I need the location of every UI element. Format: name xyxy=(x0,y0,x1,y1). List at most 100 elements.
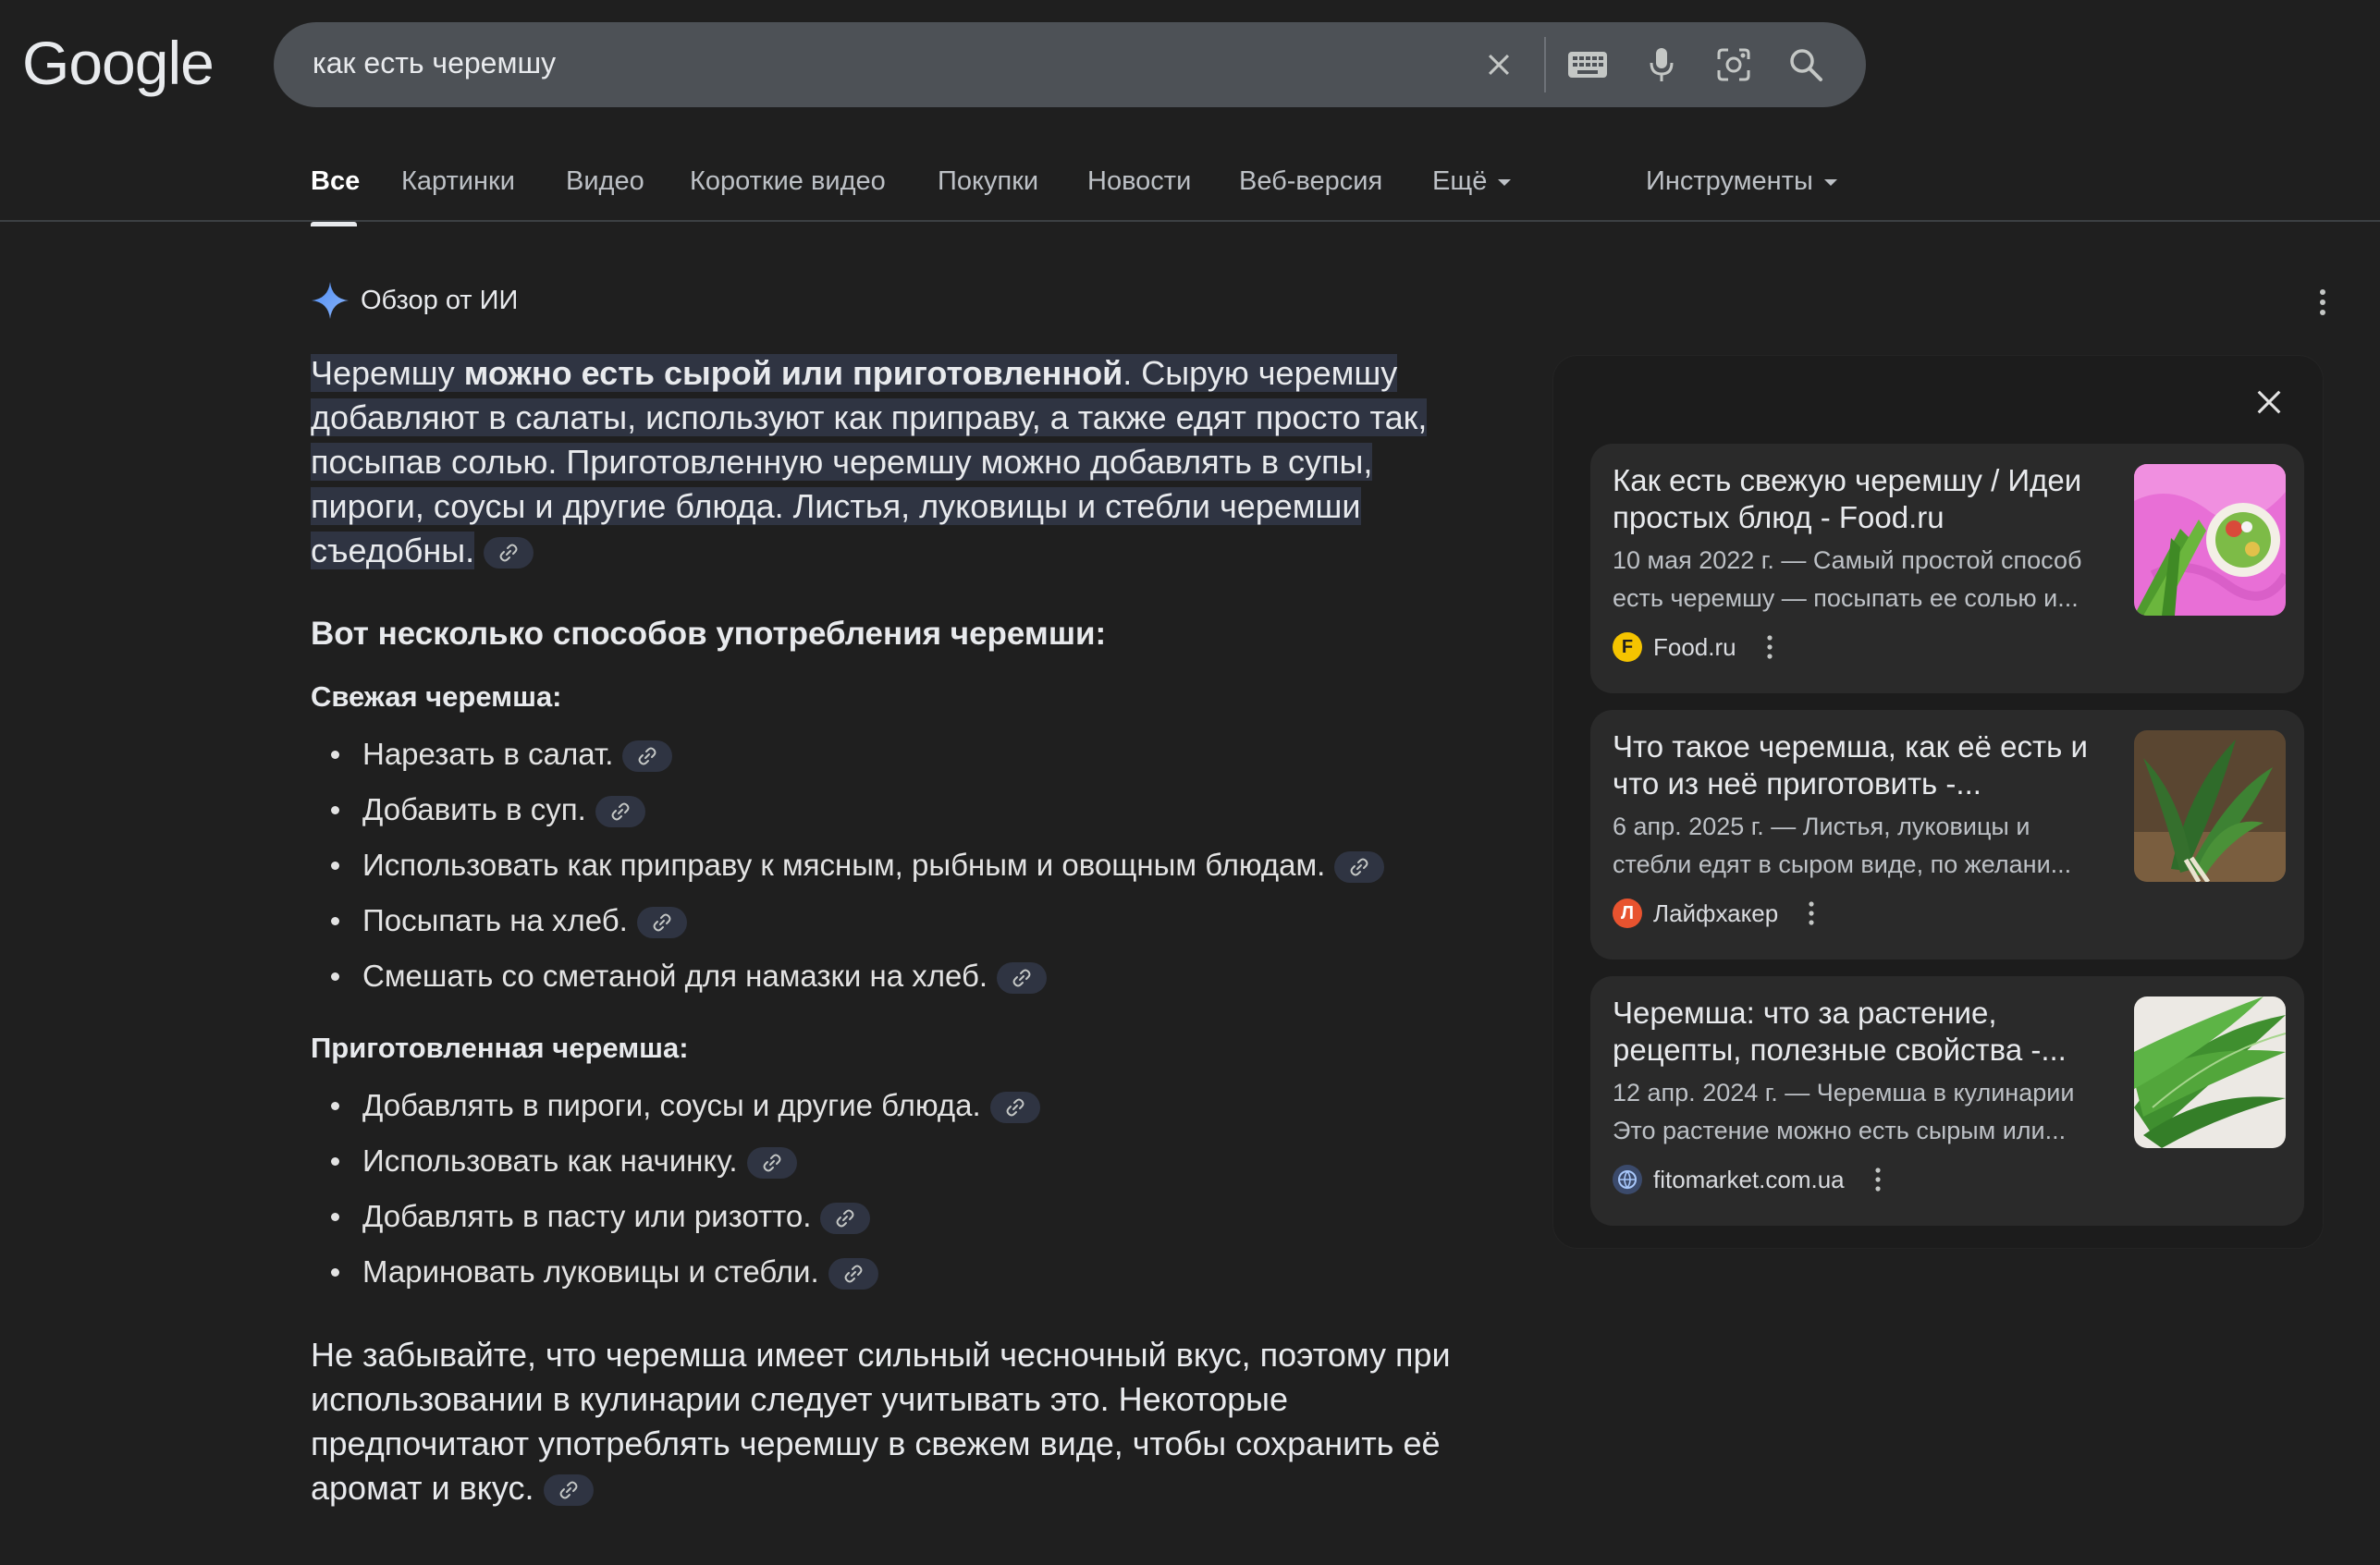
source-link-button[interactable] xyxy=(820,1203,871,1235)
tab-more[interactable]: Ещё xyxy=(1432,166,1512,197)
list-item-text: Посыпать на хлеб. xyxy=(362,903,628,937)
source-title[interactable]: Как есть свежую черемшу / Идеи простых б… xyxy=(1613,462,2112,536)
search-divider xyxy=(1544,37,1546,92)
source-menu-button[interactable] xyxy=(1808,901,1815,925)
source-link-button[interactable] xyxy=(746,1147,797,1180)
source-card[interactable]: Что такое черемша, как её есть и что из … xyxy=(1590,710,2304,960)
source-link-button[interactable] xyxy=(543,1474,594,1507)
source-card[interactable]: Как есть свежую черемшу / Идеи простых б… xyxy=(1590,444,2304,693)
list-item: Нарезать в салат. xyxy=(311,727,1476,782)
list-item: Использовать как начинку. xyxy=(311,1133,1476,1189)
list-item-text: Мариновать луковицы и стебли. xyxy=(362,1254,819,1289)
source-title[interactable]: Что такое черемша, как её есть и что из … xyxy=(1613,728,2112,802)
cooked-heading: Приготовленная черемша: xyxy=(311,1032,689,1064)
source-snippet: 6 апр. 2025 г. — Листья, луковицы и стеб… xyxy=(1613,813,2072,878)
link-icon xyxy=(559,1481,578,1499)
ways-heading: Вот несколько способов употребления чере… xyxy=(311,616,1107,652)
source-thumbnail[interactable] xyxy=(2134,730,2286,882)
source-link-button[interactable] xyxy=(997,962,1048,995)
cooked-list: Добавлять в пироги, соусы и другие блюда… xyxy=(311,1078,1476,1300)
header-divider xyxy=(0,220,2380,222)
ai-overview-header: Обзор от ИИ xyxy=(311,281,518,320)
link-icon xyxy=(1012,969,1031,987)
tab-videos[interactable]: Видео xyxy=(566,166,644,197)
image-search-button[interactable] xyxy=(1712,43,1755,86)
more-vert-icon xyxy=(1809,901,1814,925)
search-icon xyxy=(1790,49,1822,81)
source-site: Л Лайфхакер xyxy=(1613,899,1815,928)
list-item-text: Добавлять в пасту или ризотто. xyxy=(362,1199,812,1233)
close-icon xyxy=(2257,390,2281,414)
tab-images[interactable]: Картинки xyxy=(401,166,515,197)
highlighted-summary: Черемшу можно есть сырой или приготовлен… xyxy=(311,354,1428,569)
source-snippet: 12 апр. 2024 г. — Черемша в кулинарии Эт… xyxy=(1613,1079,2075,1144)
wild-garlic-bunch-image xyxy=(2134,730,2286,882)
tools-label: Инструменты xyxy=(1646,166,1813,196)
tab-shopping[interactable]: Покупки xyxy=(938,166,1038,197)
ai-overview-menu-button[interactable] xyxy=(2317,288,2328,321)
search-input[interactable]: как есть черемшу xyxy=(313,46,556,80)
source-menu-button[interactable] xyxy=(1874,1168,1882,1192)
source-link-button[interactable] xyxy=(828,1258,878,1290)
tools-button[interactable]: Инструменты xyxy=(1646,166,1837,197)
link-icon xyxy=(836,1209,854,1228)
source-link-button[interactable] xyxy=(989,1092,1040,1124)
search-tabs: Все Картинки Видео Короткие видео Покупк… xyxy=(311,159,2380,226)
source-thumbnail[interactable] xyxy=(2134,996,2286,1148)
list-item: Мариновать луковицы и стебли. xyxy=(311,1244,1476,1300)
source-card[interactable]: Черемша: что за растение, рецепты, полез… xyxy=(1590,976,2304,1226)
source-link-button[interactable] xyxy=(595,796,645,828)
link-icon xyxy=(653,913,671,932)
close-icon xyxy=(1488,54,1510,76)
source-menu-button[interactable] xyxy=(1766,635,1773,659)
tab-all[interactable]: Все xyxy=(311,166,360,226)
source-link-button[interactable] xyxy=(622,740,673,773)
close-sources-button[interactable] xyxy=(2243,376,2295,428)
chevron-down-icon xyxy=(1498,178,1512,186)
globe-icon xyxy=(1613,1165,1642,1194)
list-item: Использовать как приправу к мясным, рыбн… xyxy=(311,838,1476,893)
search-bar[interactable]: как есть черемшу xyxy=(274,22,1866,107)
source-site-name: fitomarket.com.ua xyxy=(1653,1165,1845,1193)
food-ru-favicon: F xyxy=(1613,632,1642,662)
fresh-list: Нарезать в салат. Добавить в суп. Исполь… xyxy=(311,727,1476,1004)
source-link-button[interactable] xyxy=(1334,851,1385,884)
source-site: F Food.ru xyxy=(1613,632,1773,662)
wild-garlic-leaves-image xyxy=(2134,996,2286,1148)
source-site: fitomarket.com.ua xyxy=(1613,1165,1882,1194)
list-item-text: Добавлять в пироги, соусы и другие блюда… xyxy=(362,1088,981,1122)
tab-web[interactable]: Веб-версия xyxy=(1239,166,1382,197)
tab-more-label: Ещё xyxy=(1432,166,1488,196)
summary-start: Черемшу xyxy=(311,354,464,392)
voice-search-button[interactable] xyxy=(1640,43,1683,86)
link-icon xyxy=(763,1154,781,1172)
lens-icon xyxy=(1717,48,1750,81)
link-icon xyxy=(638,747,656,765)
tab-news[interactable]: Новости xyxy=(1087,166,1191,197)
source-snippet: 10 мая 2022 г. — Самый простой способ ес… xyxy=(1613,546,2082,612)
keyboard-button[interactable] xyxy=(1566,43,1609,86)
list-item-text: Использовать как приправу к мясным, рыбн… xyxy=(362,848,1326,882)
source-title[interactable]: Черемша: что за растение, рецепты, полез… xyxy=(1613,995,2112,1069)
keyboard-icon xyxy=(1568,52,1607,78)
link-icon xyxy=(1350,858,1368,876)
source-link-button[interactable] xyxy=(484,537,534,569)
list-item: Смешать со сметаной для намазки на хлеб. xyxy=(311,948,1476,1004)
sources-panel: Как есть свежую черемшу / Идеи простых б… xyxy=(1553,356,2323,1248)
list-item-text: Добавить в суп. xyxy=(362,792,586,826)
source-thumbnail[interactable] xyxy=(2134,464,2286,616)
outro-text: Не забывайте, что черемша имеет сильный … xyxy=(311,1336,1451,1507)
sparkle-icon xyxy=(312,282,349,319)
ai-overview-summary: Черемшу можно есть сырой или приготовлен… xyxy=(311,351,1476,573)
clear-search-button[interactable] xyxy=(1478,43,1520,86)
list-item: Посыпать на хлеб. xyxy=(311,893,1476,948)
google-logo[interactable]: Google xyxy=(22,28,215,98)
more-vert-icon xyxy=(1767,635,1773,659)
source-link-button[interactable] xyxy=(636,907,687,939)
list-item: Добавлять в пироги, соусы и другие блюда… xyxy=(311,1078,1476,1133)
source-site-name: Food.ru xyxy=(1653,632,1736,661)
link-icon xyxy=(844,1265,863,1283)
list-item: Добавлять в пасту или ризотто. xyxy=(311,1189,1476,1244)
tab-short-videos[interactable]: Короткие видео xyxy=(690,166,886,197)
search-button[interactable] xyxy=(1785,43,1827,86)
